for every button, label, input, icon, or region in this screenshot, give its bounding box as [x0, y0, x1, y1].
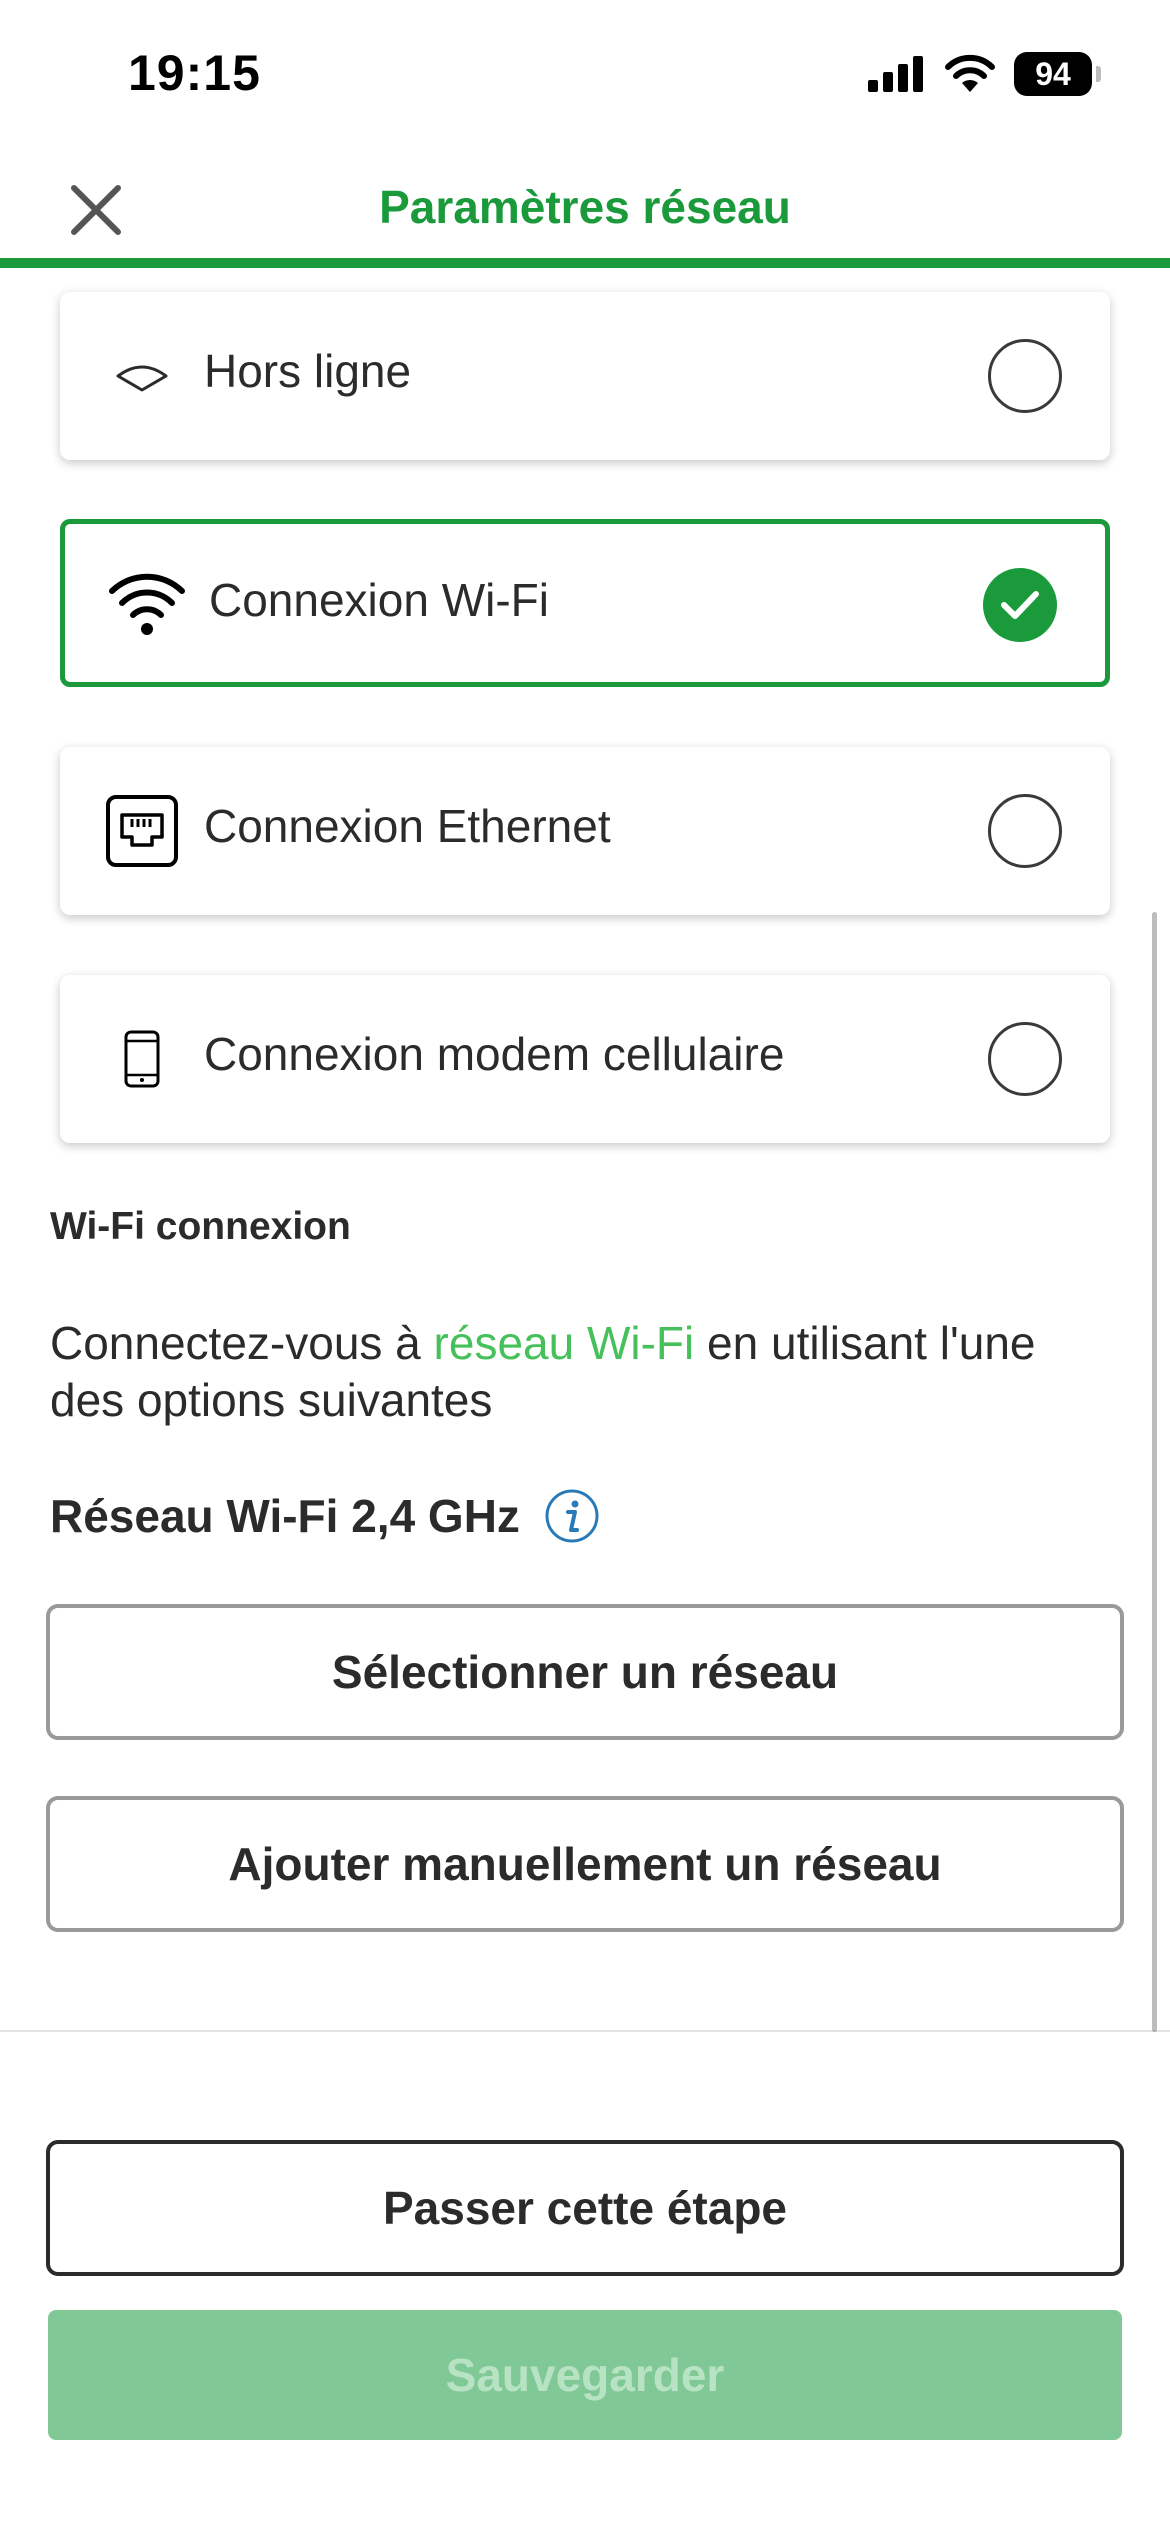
status-icons: 94 — [868, 52, 1101, 96]
scrollbar[interactable] — [1152, 912, 1157, 2032]
add-network-manually-button[interactable]: Ajouter manuellement un réseau — [46, 1796, 1124, 1932]
ethernet-icon — [102, 791, 182, 871]
skip-step-button[interactable]: Passer cette étape — [46, 2140, 1124, 2276]
radio-button[interactable] — [988, 794, 1062, 868]
info-icon[interactable] — [544, 1488, 600, 1544]
status-time: 19:15 — [128, 45, 261, 101]
header: Paramètres réseau — [0, 150, 1170, 260]
page-title: Paramètres réseau — [379, 181, 791, 233]
status-bar: 19:15 94 — [0, 0, 1170, 150]
footer — [0, 2032, 1170, 2532]
option-cellular[interactable]: Connexion modem cellulaire — [60, 975, 1110, 1143]
option-label: Connexion Wi-Fi — [209, 574, 549, 626]
phone-icon — [102, 1019, 182, 1099]
option-offline[interactable]: Hors ligne — [60, 292, 1110, 460]
option-wifi[interactable]: Connexion Wi-Fi — [60, 519, 1110, 687]
option-label: Hors ligne — [204, 345, 412, 397]
option-label: Connexion Ethernet — [204, 800, 611, 852]
save-button[interactable]: Sauvegarder — [48, 2310, 1122, 2440]
desc-text-before: Connectez-vous à — [50, 1317, 434, 1369]
header-divider — [0, 258, 1170, 268]
checkmark-icon — [1001, 591, 1039, 619]
radio-button-checked[interactable] — [983, 568, 1057, 642]
wifi-network-link[interactable]: réseau Wi-Fi — [434, 1317, 695, 1369]
radio-button[interactable] — [988, 339, 1062, 413]
section-title: Wi-Fi connexion — [50, 1205, 351, 1248]
cellular-signal-icon — [868, 56, 923, 92]
option-label: Connexion modem cellulaire — [204, 1028, 785, 1080]
band-label: Réseau Wi-Fi 2,4 GHz — [50, 1490, 520, 1542]
wifi-description: Connectez-vous à réseau Wi-Fi en utilisa… — [50, 1315, 1090, 1429]
option-ethernet[interactable]: Connexion Ethernet — [60, 747, 1110, 915]
wifi-icon — [107, 563, 187, 643]
select-network-button[interactable]: Sélectionner un réseau — [46, 1604, 1124, 1740]
wifi-status-icon — [945, 54, 995, 92]
band-row: Réseau Wi-Fi 2,4 GHz — [50, 1488, 600, 1544]
offline-icon — [102, 336, 182, 416]
radio-button[interactable] — [988, 1022, 1062, 1096]
battery-indicator: 94 — [1014, 52, 1101, 96]
